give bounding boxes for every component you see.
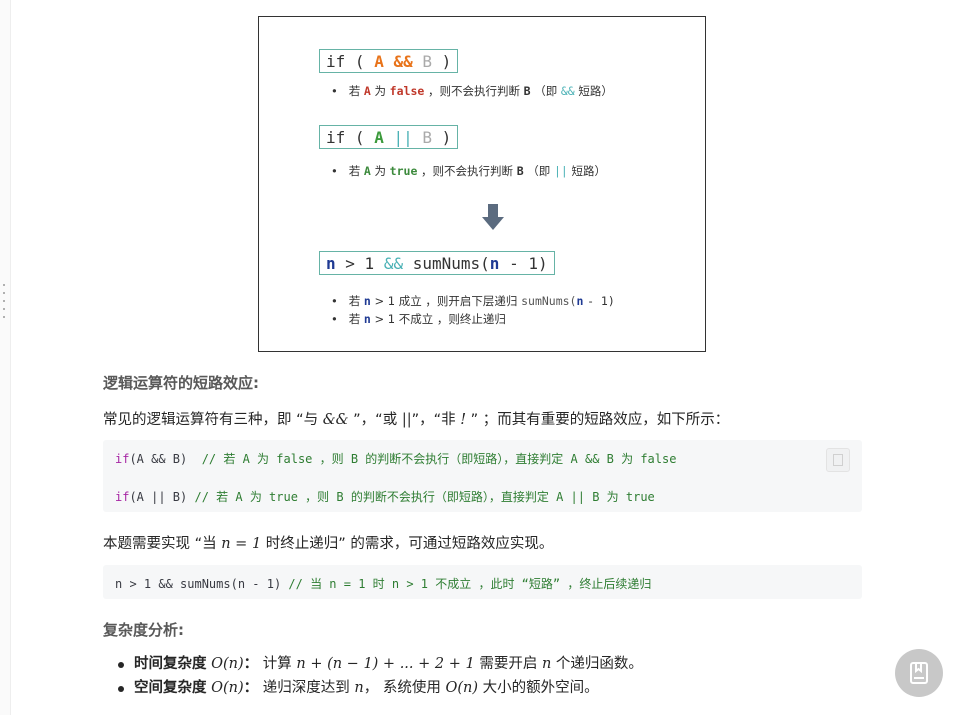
- complexity-list: 时间复杂度 O(n)： 计算 n + (n − 1) + ... + 2 + 1…: [118, 652, 643, 700]
- figure-note-continue: • 若 n > 1 成立 ，则开启下层递归 sumNums(n - 1): [331, 294, 615, 308]
- down-arrow-icon: [482, 204, 504, 230]
- figure-box-recursion: n > 1 && sumNums(n - 1): [319, 251, 555, 275]
- copy-icon[interactable]: [826, 448, 850, 472]
- intro-paragraph: 常见的逻辑运算符有三种，即 “与 && ”，“或 ||”，“非 ! ” ；而其有…: [103, 412, 730, 428]
- figure-box-or: if ( A || B ): [319, 125, 459, 149]
- list-item-time: 时间复杂度 O(n)： 计算 n + (n − 1) + ... + 2 + 1…: [118, 652, 643, 676]
- section-heading-short-circuit: 逻辑运算符的短路效应:: [103, 374, 259, 392]
- figure-note-or: • 若 A 为 true ，则不会执行判断 B （即 || 短路）: [331, 164, 606, 178]
- list-item-space: 空间复杂度 O(n)： 递归深度达到 n， 系统使用 O(n) 大小的额外空间。: [118, 676, 643, 700]
- code-line-and: if(A && B) // 若 A 为 false ，则 B 的判断不会执行（即…: [115, 452, 677, 466]
- code-line-recursion: n > 1 && sumNums(n - 1) // 当 n = 1 时 n >…: [115, 577, 652, 591]
- requirement-paragraph: 本题需要实现 “当 n = 1 时终止递归” 的需求，可通过短路效应实现。: [103, 536, 554, 552]
- code-line-or: if(A || B) // 若 A 为 true ，则 B 的判断不会执行（即短…: [115, 490, 655, 504]
- short-circuit-figure: if ( A && B ) • 若 A 为 false ，则不会执行判断 B （…: [258, 16, 706, 352]
- code-block-recursion[interactable]: n > 1 && sumNums(n - 1) // 当 n = 1 时 n >…: [103, 565, 862, 599]
- figure-note-terminate: • 若 n > 1 不成立 ，则终止递归: [331, 312, 506, 326]
- figure-note-and: • 若 A 为 false ，则不会执行判断 B （即 && 短路）: [331, 84, 613, 98]
- bookmark-button[interactable]: [895, 649, 943, 697]
- left-rail: [0, 0, 11, 715]
- bookmark-icon: [910, 662, 928, 684]
- figure-box-and: if ( A && B ): [319, 49, 459, 73]
- section-heading-complexity: 复杂度分析:: [103, 621, 184, 639]
- code-block-logical[interactable]: if(A && B) // 若 A 为 false ，则 B 的判断不会执行（即…: [103, 440, 862, 512]
- drag-handle-icon[interactable]: [3, 284, 6, 324]
- fig-if: if: [326, 52, 346, 71]
